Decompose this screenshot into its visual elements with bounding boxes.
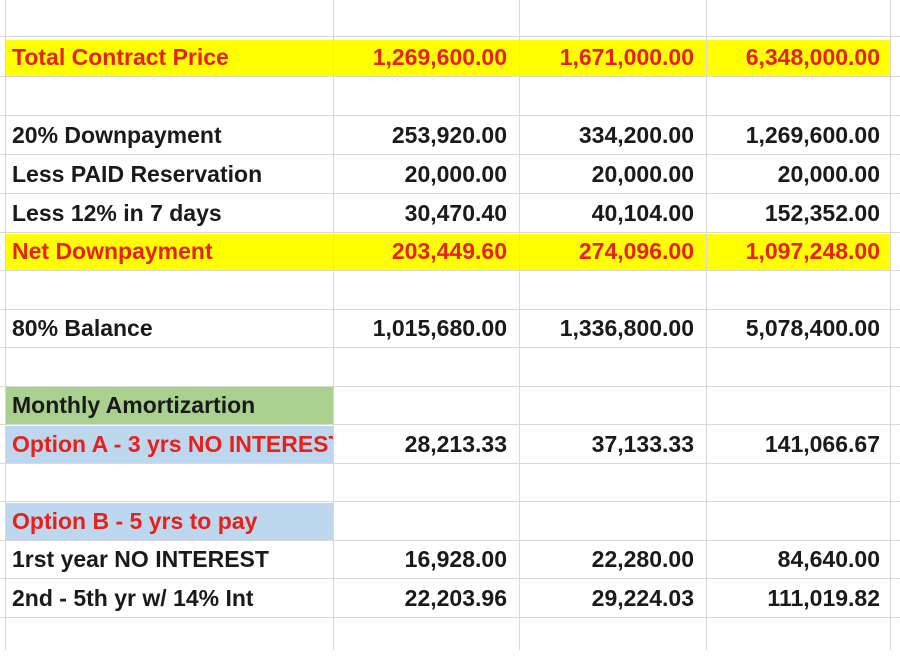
table-row <box>0 0 900 37</box>
column-gridline <box>890 0 891 650</box>
cell-value-3[interactable] <box>707 272 890 309</box>
cell-value-1[interactable] <box>334 387 519 424</box>
table-row-option-a: Option A - 3 yrs NO INTEREST 28,213.33 3… <box>0 426 900 464</box>
cell-value-1[interactable]: 22,203.96 <box>334 580 519 617</box>
cell-label[interactable]: 20% Downpayment <box>6 117 333 154</box>
cell-label[interactable] <box>6 78 333 115</box>
cell-value-2[interactable] <box>520 503 706 540</box>
cell-value-3[interactable] <box>707 0 890 37</box>
cell-value-1[interactable]: 1,269,600.00 <box>334 39 519 76</box>
cell-value-1[interactable] <box>334 272 519 309</box>
cell-value-3[interactable]: 111,019.82 <box>707 580 890 617</box>
cell-label[interactable]: Less PAID Reservation <box>6 156 333 193</box>
cell-value-1[interactable]: 30,470.40 <box>334 195 519 232</box>
table-row-first-year: 1rst year NO INTEREST 16,928.00 22,280.0… <box>0 541 900 579</box>
cell-value-3[interactable]: 6,348,000.00 <box>707 39 890 76</box>
cell-value-1[interactable]: 1,015,680.00 <box>334 310 519 347</box>
cell-value-2[interactable]: 1,336,800.00 <box>520 310 706 347</box>
table-row-monthly-amortization: Monthly Amortizartion <box>0 387 900 425</box>
cell-value-3[interactable]: 84,640.00 <box>707 541 890 578</box>
cell-value-2[interactable] <box>520 0 706 37</box>
cell-value-1[interactable]: 203,449.60 <box>334 233 519 270</box>
table-row-second-to-fifth-year: 2nd - 5th yr w/ 14% Int 22,203.96 29,224… <box>0 580 900 618</box>
table-row <box>0 464 900 502</box>
cell-value-1[interactable] <box>334 0 519 37</box>
table-row <box>0 78 900 116</box>
cell-label[interactable] <box>6 464 333 501</box>
spreadsheet-grid: Total Contract Price 1,269,600.00 1,671,… <box>0 0 900 650</box>
cell-value-1[interactable] <box>334 503 519 540</box>
table-row-downpayment: 20% Downpayment 253,920.00 334,200.00 1,… <box>0 117 900 155</box>
cell-label[interactable]: 1rst year NO INTEREST <box>6 541 333 578</box>
cell-value-1[interactable]: 20,000.00 <box>334 156 519 193</box>
table-row-less-12-percent: Less 12% in 7 days 30,470.40 40,104.00 1… <box>0 195 900 233</box>
cell-value-2[interactable]: 29,224.03 <box>520 580 706 617</box>
cell-label[interactable]: Monthly Amortizartion <box>6 387 333 424</box>
cell-value-2[interactable]: 1,671,000.00 <box>520 39 706 76</box>
cell-value-3[interactable] <box>707 78 890 115</box>
cell-value-2[interactable] <box>520 349 706 386</box>
cell-label[interactable] <box>6 349 333 386</box>
cell-value-3[interactable]: 141,066.67 <box>707 426 890 463</box>
column-gridline <box>333 0 334 650</box>
table-row-reservation: Less PAID Reservation 20,000.00 20,000.0… <box>0 156 900 194</box>
cell-value-3[interactable] <box>707 387 890 424</box>
cell-value-3[interactable]: 1,097,248.00 <box>707 233 890 270</box>
cell-value-2[interactable]: 20,000.00 <box>520 156 706 193</box>
cell-value-2[interactable]: 37,133.33 <box>520 426 706 463</box>
cell-label[interactable] <box>6 619 333 656</box>
cell-value-1[interactable] <box>334 619 519 656</box>
cell-value-1[interactable]: 28,213.33 <box>334 426 519 463</box>
cell-value-3[interactable] <box>707 349 890 386</box>
cell-value-2[interactable] <box>520 464 706 501</box>
cell-value-3[interactable]: 20,000.00 <box>707 156 890 193</box>
cell-label[interactable] <box>6 0 333 37</box>
cell-value-3[interactable]: 5,078,400.00 <box>707 310 890 347</box>
table-row-balance: 80% Balance 1,015,680.00 1,336,800.00 5,… <box>0 310 900 348</box>
cell-value-1[interactable]: 253,920.00 <box>334 117 519 154</box>
cell-value-1[interactable]: 16,928.00 <box>334 541 519 578</box>
cell-value-2[interactable] <box>520 619 706 656</box>
cell-label[interactable] <box>6 272 333 309</box>
table-row <box>0 619 900 650</box>
cell-label[interactable]: Total Contract Price <box>6 39 333 76</box>
table-row-total-contract-price: Total Contract Price 1,269,600.00 1,671,… <box>0 39 900 77</box>
cell-value-2[interactable]: 22,280.00 <box>520 541 706 578</box>
cell-value-2[interactable] <box>520 78 706 115</box>
cell-value-2[interactable]: 40,104.00 <box>520 195 706 232</box>
table-row <box>0 272 900 310</box>
column-gridline <box>519 0 520 650</box>
cell-label[interactable]: 80% Balance <box>6 310 333 347</box>
cell-value-1[interactable] <box>334 349 519 386</box>
column-gridline <box>5 0 6 650</box>
cell-label[interactable]: Option A - 3 yrs NO INTEREST <box>6 426 333 463</box>
table-row <box>0 349 900 387</box>
cell-value-3[interactable] <box>707 619 890 656</box>
cell-value-2[interactable]: 334,200.00 <box>520 117 706 154</box>
cell-value-2[interactable] <box>520 387 706 424</box>
cell-value-2[interactable] <box>520 272 706 309</box>
cell-label[interactable]: 2nd - 5th yr w/ 14% Int <box>6 580 333 617</box>
cell-value-2[interactable]: 274,096.00 <box>520 233 706 270</box>
cell-value-1[interactable] <box>334 464 519 501</box>
cell-value-1[interactable] <box>334 78 519 115</box>
cell-label[interactable]: Less 12% in 7 days <box>6 195 333 232</box>
cell-value-3[interactable] <box>707 503 890 540</box>
cell-value-3[interactable]: 152,352.00 <box>707 195 890 232</box>
table-row-option-b: Option B - 5 yrs to pay <box>0 503 900 541</box>
table-row-net-downpayment: Net Downpayment 203,449.60 274,096.00 1,… <box>0 233 900 271</box>
cell-label[interactable]: Option B - 5 yrs to pay <box>6 503 333 540</box>
cell-value-3[interactable] <box>707 464 890 501</box>
cell-label[interactable]: Net Downpayment <box>6 233 333 270</box>
column-gridline <box>706 0 707 650</box>
cell-value-3[interactable]: 1,269,600.00 <box>707 117 890 154</box>
